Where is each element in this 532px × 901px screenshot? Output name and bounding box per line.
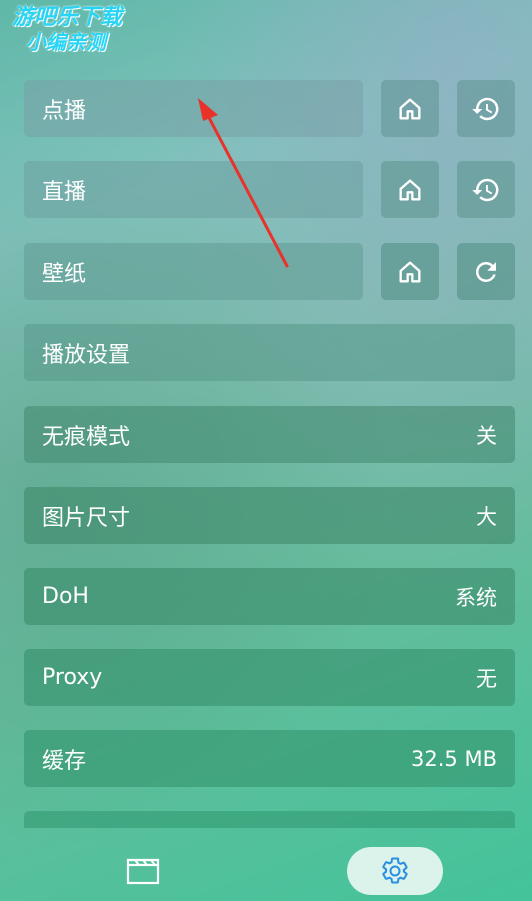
proxy-label: Proxy bbox=[42, 665, 103, 690]
row-live: 直播 bbox=[24, 161, 515, 218]
playback-settings-button[interactable]: 播放设置 bbox=[24, 324, 515, 381]
cache-value: 32.5 MB bbox=[411, 746, 497, 771]
vod-button[interactable]: 点播 bbox=[24, 80, 363, 137]
vod-label: 点播 bbox=[42, 98, 87, 124]
row-vod: 点播 bbox=[24, 80, 515, 137]
watermark-line1: 游吧乐下载 bbox=[12, 5, 123, 30]
backup-button[interactable]: 备份 恢复 bbox=[24, 811, 515, 828]
watermark-line2: 小编亲测 bbox=[26, 30, 106, 54]
doh-button[interactable]: DoH 系统 bbox=[24, 568, 515, 625]
row-wallpaper: 壁纸 bbox=[24, 243, 515, 300]
wallpaper-label: 壁纸 bbox=[42, 261, 87, 287]
refresh-icon bbox=[475, 261, 496, 282]
row-backup: 备份 恢复 bbox=[24, 811, 515, 828]
cache-button[interactable]: 缓存 32.5 MB bbox=[24, 730, 515, 787]
image-size-value: 大 bbox=[476, 504, 497, 529]
vod-home-button[interactable] bbox=[381, 80, 439, 137]
backup-value: 恢复 bbox=[455, 825, 497, 829]
proxy-button[interactable]: Proxy 无 bbox=[24, 649, 515, 706]
row-proxy: Proxy 无 bbox=[24, 649, 515, 706]
history-icon bbox=[472, 178, 499, 201]
incognito-value: 关 bbox=[476, 423, 497, 448]
wallpaper-button[interactable]: 壁纸 bbox=[24, 243, 363, 300]
row-incognito: 无痕模式 关 bbox=[24, 406, 515, 463]
incognito-button[interactable]: 无痕模式 关 bbox=[24, 406, 515, 463]
settings-list[interactable]: 点播 直播 壁纸 播放设置 无痕模式 关 图片尺寸 大 DoH 系统 Proxy… bbox=[24, 80, 515, 828]
home-icon bbox=[399, 98, 421, 120]
watermark: 游吧乐下载 小编亲测 bbox=[12, 5, 123, 55]
home-icon bbox=[399, 179, 421, 200]
doh-value: 系统 bbox=[455, 585, 497, 610]
backup-label: 备份 bbox=[42, 824, 86, 829]
proxy-value: 无 bbox=[476, 666, 497, 691]
cache-label: 缓存 bbox=[42, 748, 87, 774]
live-label: 直播 bbox=[42, 179, 87, 205]
row-image-size: 图片尺寸 大 bbox=[24, 487, 515, 544]
playback-settings-label: 播放设置 bbox=[42, 342, 131, 368]
tab-settings[interactable] bbox=[347, 847, 443, 895]
live-button[interactable]: 直播 bbox=[24, 161, 363, 218]
wallpaper-refresh-button[interactable] bbox=[457, 243, 515, 300]
image-size-label: 图片尺寸 bbox=[42, 505, 131, 531]
film-icon bbox=[126, 858, 160, 885]
tab-home[interactable] bbox=[118, 853, 168, 889]
vod-history-button[interactable] bbox=[457, 80, 515, 137]
row-doh: DoH 系统 bbox=[24, 568, 515, 625]
bottom-navigation bbox=[0, 829, 532, 901]
image-size-button[interactable]: 图片尺寸 大 bbox=[24, 487, 515, 544]
live-history-button[interactable] bbox=[457, 161, 515, 218]
gear-icon bbox=[382, 857, 408, 884]
home-icon bbox=[399, 261, 421, 282]
row-cache: 缓存 32.5 MB bbox=[24, 730, 515, 787]
live-home-button[interactable] bbox=[381, 161, 439, 218]
doh-label: DoH bbox=[42, 584, 89, 609]
history-icon bbox=[472, 97, 499, 120]
row-playback: 播放设置 bbox=[24, 324, 515, 381]
incognito-label: 无痕模式 bbox=[42, 424, 131, 450]
wallpaper-home-button[interactable] bbox=[381, 243, 439, 300]
